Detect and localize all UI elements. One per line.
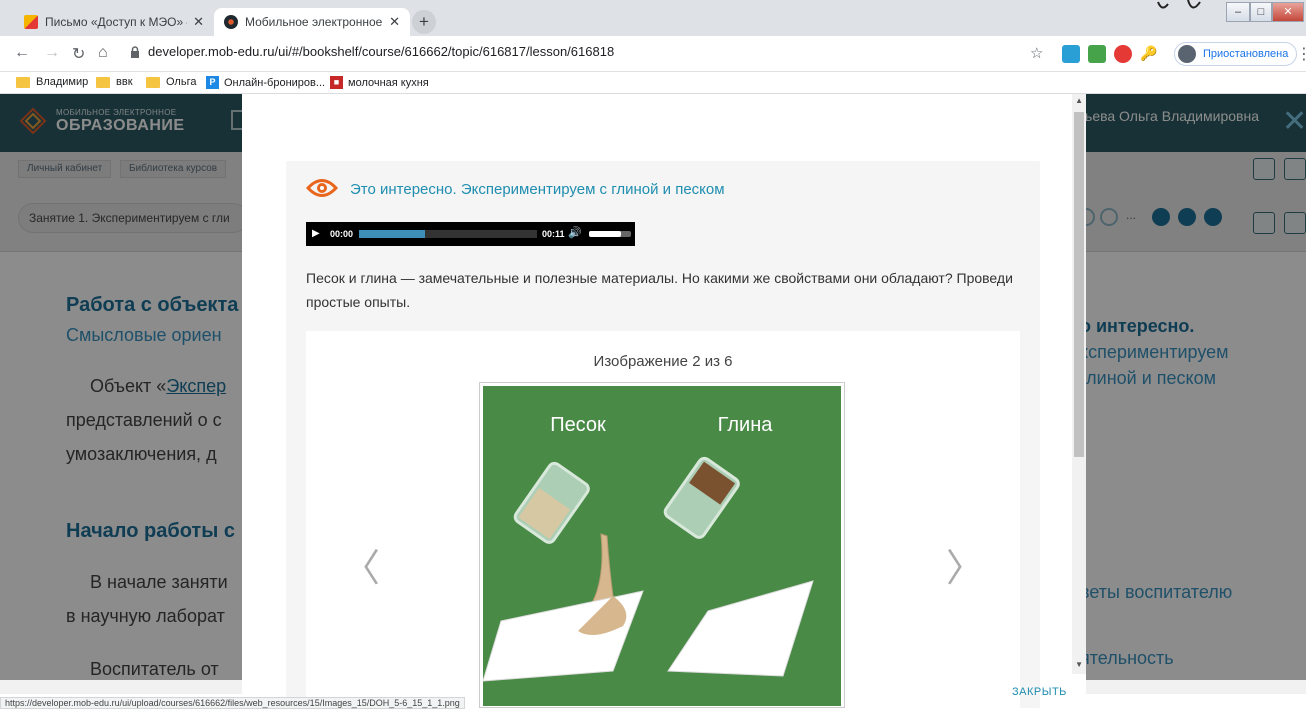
kitchen-icon: ■	[330, 76, 343, 89]
bookmarks-bar: Владимир ввк Ольга P Онлайн-брониров... ■…	[0, 72, 1306, 94]
bookmark-star-icon[interactable]: ☆	[1030, 44, 1043, 62]
yandex-icon[interactable]	[1114, 45, 1132, 63]
gallery-image: Песок Глина	[483, 386, 841, 706]
reload-icon[interactable]: ↻	[72, 44, 85, 64]
media-modal: ▲ ▼ Это интересно. Экспериментируем с гл…	[242, 94, 1086, 708]
eye-icon	[306, 179, 338, 197]
volume-fill	[589, 231, 621, 237]
tab-mob-edu[interactable]: Мобильное электронное образ ✕	[214, 8, 410, 36]
url-input[interactable]: developer.mob-edu.ru/ui/#/bookshelf/cour…	[148, 44, 614, 59]
chevron-right-icon[interactable]: 〉	[946, 537, 984, 592]
folder-icon	[96, 76, 110, 88]
audio-current-time: 00:00	[330, 229, 354, 239]
play-icon[interactable]: ▶	[312, 228, 320, 239]
avatar	[1178, 45, 1196, 63]
status-bar: https://developer.mob-edu.ru/ui/upload/c…	[0, 697, 465, 709]
menu-icon[interactable]: ⋮	[1296, 44, 1306, 64]
bookmark-folder[interactable]: Ольга	[146, 76, 196, 88]
forward-icon[interactable]: →	[44, 44, 60, 62]
card-text: Песок и глина — замечательные и полезные…	[306, 270, 1013, 310]
bookmark-folder[interactable]: ввк	[96, 76, 133, 88]
close-tab-icon[interactable]: ✕	[389, 14, 400, 30]
close-window-button[interactable]: ✕	[1272, 2, 1304, 22]
modal-scrollbar[interactable]: ▲ ▼	[1072, 94, 1086, 674]
sand-clay-illustration: Песок Глина	[483, 414, 814, 682]
scroll-down-icon[interactable]: ▼	[1075, 660, 1083, 669]
gallery-image-frame: Песок Глина	[479, 382, 845, 708]
key-icon[interactable]: 🔑	[1140, 45, 1158, 63]
extension-icon[interactable]	[1088, 45, 1106, 63]
bookmark-link[interactable]: P Онлайн-брониров...	[206, 76, 325, 89]
close-button[interactable]: ЗАКРЫТЬ	[1012, 686, 1067, 698]
sand-label: Песок	[550, 414, 606, 436]
folder-icon	[146, 76, 160, 88]
new-tab-button[interactable]: +	[412, 10, 436, 34]
home-icon[interactable]: ⌂	[98, 44, 108, 62]
audio-progress-fill	[359, 230, 425, 238]
scrollbar-thumb[interactable]	[1074, 112, 1084, 457]
chevron-left-icon[interactable]: 〈	[342, 537, 380, 592]
audio-duration: 00:11	[542, 229, 565, 239]
extension-icon[interactable]	[1062, 45, 1080, 63]
maximize-button[interactable]: □	[1250, 2, 1272, 22]
scribble-mark	[1157, 0, 1201, 9]
back-icon[interactable]: ←	[14, 44, 30, 62]
volume-slider[interactable]	[589, 231, 631, 237]
gallery-counter: Изображение 2 из 6	[593, 353, 733, 370]
close-tab-icon[interactable]: ✕	[193, 14, 204, 30]
card-title: Это интересно. Экспериментируем с глиной…	[350, 181, 725, 198]
minimize-button[interactable]: –	[1226, 2, 1250, 22]
browser-tab-bar: Письмо «Доступ к МЭО» — Ро ✕ Мобильное э…	[0, 0, 1306, 36]
folder-icon	[16, 76, 30, 88]
bookmark-link[interactable]: ■ молочная кухня	[330, 76, 429, 89]
tab-mail[interactable]: Письмо «Доступ к МЭО» — Ро ✕	[14, 8, 214, 36]
address-bar: ← → ↻ ⌂ developer.mob-edu.ru/ui/#/booksh…	[0, 36, 1306, 72]
audio-progress-track[interactable]	[359, 230, 537, 238]
mail-icon	[24, 15, 38, 29]
volume-icon[interactable]: 🔊	[568, 226, 582, 239]
audio-player[interactable]: ▶ 00:00 00:11 🔊	[306, 222, 635, 246]
bookmark-folder[interactable]: Владимир	[16, 76, 88, 88]
image-gallery: Изображение 2 из 6 〈 〉 Песок Глина	[306, 331, 1020, 708]
lock-icon	[131, 46, 139, 58]
interest-card: Это интересно. Экспериментируем с глиной…	[286, 161, 1040, 708]
booking-icon: P	[206, 76, 219, 89]
clay-label: Глина	[718, 414, 774, 436]
profile-status-button[interactable]: Приостановлена	[1174, 42, 1298, 66]
scroll-up-icon[interactable]: ▲	[1075, 96, 1083, 105]
mob-edu-favicon-icon	[224, 15, 238, 29]
